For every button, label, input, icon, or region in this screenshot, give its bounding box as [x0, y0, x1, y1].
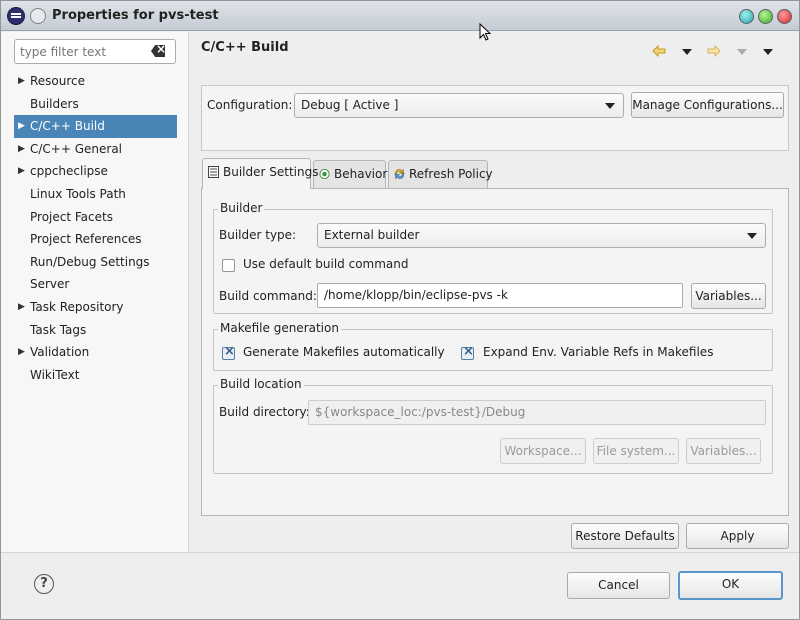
help-icon[interactable]: ?: [34, 574, 54, 594]
tree-item-label: Linux Tools Path: [30, 186, 126, 201]
tree-item-label: Project References: [30, 232, 142, 247]
back-history-dropdown-icon[interactable]: [682, 49, 692, 55]
builder-group: Builder Builder type: External builder U…: [213, 201, 773, 314]
configuration-label: Configuration:: [207, 98, 293, 112]
configuration-value: Debug [ Active ]: [301, 98, 399, 112]
tab-label: Builder Settings: [223, 165, 319, 179]
maximize-button[interactable]: [758, 9, 773, 24]
tree-item-task-tags[interactable]: Task Tags: [14, 319, 177, 342]
build-location-group-title: Build location: [218, 377, 304, 391]
property-pages-panel: ▶ Resource Builders ▶ C/C++ Build ▶ C/C++ G…: [1, 32, 189, 552]
cancel-button[interactable]: Cancel: [567, 572, 670, 599]
expand-env-refs-label: Expand Env. Variable Refs in Makefiles: [483, 345, 714, 359]
expand-arrow-icon[interactable]: ▶: [18, 70, 25, 92]
expand-arrow-icon[interactable]: ▶: [18, 296, 25, 318]
configuration-area: Configuration: Debug [ Active ] Manage C…: [201, 85, 789, 151]
behavior-icon: [319, 168, 330, 180]
tree-item-label: Server: [30, 277, 70, 292]
filter-input[interactable]: [16, 41, 146, 62]
refresh-icon: [394, 168, 405, 180]
tree-item-label: Builders: [30, 96, 79, 111]
tree-item-label: Project Facets: [30, 209, 113, 224]
build-location-group: Build location Build directory: ${worksp…: [213, 377, 773, 474]
close-button[interactable]: [777, 9, 792, 24]
apply-button[interactable]: Apply: [686, 523, 789, 549]
expand-arrow-icon[interactable]: ▶: [18, 341, 25, 363]
builder-group-title: Builder: [218, 201, 265, 215]
tree-item-label: Task Tags: [30, 322, 87, 337]
build-directory-label: Build directory:: [219, 405, 310, 419]
tree-item-label: Task Repository: [30, 299, 124, 314]
restore-defaults-button[interactable]: Restore Defaults: [571, 523, 679, 549]
expand-env-refs-checkbox[interactable]: [461, 344, 474, 360]
tree-item-server[interactable]: Server: [14, 273, 177, 296]
makefile-group-title: Makefile generation: [218, 321, 341, 335]
chevron-down-icon: [747, 233, 757, 239]
workspace-button[interactable]: Workspace...: [500, 438, 586, 464]
expand-arrow-icon[interactable]: ▶: [18, 138, 25, 160]
tree-item-cpp-build[interactable]: ▶ C/C++ Build: [14, 115, 177, 138]
tree-item-wikitext[interactable]: WikiText: [14, 364, 177, 387]
tree-item-linux-tools-path[interactable]: Linux Tools Path: [14, 183, 177, 206]
title-bar[interactable]: Properties for pvs-test: [1, 1, 799, 31]
tab-builder-settings[interactable]: Builder Settings: [202, 158, 318, 189]
location-variables-button[interactable]: Variables...: [686, 438, 761, 464]
tree-item-label: C/C++ Build: [30, 119, 105, 134]
tree-item-label: WikiText: [30, 367, 80, 382]
tree-item-project-facets[interactable]: Project Facets: [14, 206, 177, 229]
filter-box: [14, 39, 176, 64]
tree-item-label: C/C++ General: [30, 141, 123, 156]
chevron-down-icon: [605, 103, 615, 109]
mouse-cursor-icon: [479, 22, 492, 44]
tree-item-cppcheclipse[interactable]: ▶ cppcheclipse: [14, 160, 177, 183]
back-arrow-icon[interactable]: [652, 44, 666, 61]
build-command-label: Build command:: [219, 289, 317, 303]
properties-window: Properties for pvs-test ▶ Resource Builde…: [0, 0, 800, 620]
window-menu-icon[interactable]: [30, 8, 46, 24]
tree-item-label: cppcheclipse: [30, 164, 108, 179]
forward-arrow-icon[interactable]: [707, 44, 721, 61]
forward-history-dropdown-icon[interactable]: [737, 49, 747, 55]
expand-arrow-icon[interactable]: ▶: [18, 115, 25, 137]
tree-item-run-debug-settings[interactable]: Run/Debug Settings: [14, 251, 177, 274]
tree-item-task-repository[interactable]: ▶ Task Repository: [14, 296, 177, 319]
use-default-build-command-label: Use default build command: [243, 257, 409, 271]
ok-button[interactable]: OK: [678, 571, 783, 600]
generate-makefiles-checkbox[interactable]: [222, 344, 235, 360]
property-tree: ▶ Resource Builders ▶ C/C++ Build ▶ C/C++ G…: [14, 70, 177, 386]
builder-settings-icon: [208, 166, 219, 178]
tab-behavior[interactable]: Behavior: [313, 160, 388, 188]
builder-type-select[interactable]: External builder: [317, 223, 766, 248]
tree-item-cpp-general[interactable]: ▶ C/C++ General: [14, 138, 177, 161]
file-system-button[interactable]: File system...: [593, 438, 679, 464]
tab-label: Refresh Policy: [409, 167, 493, 181]
tree-item-builders[interactable]: Builders: [14, 93, 177, 116]
manage-configurations-button[interactable]: Manage Configurations...: [631, 92, 784, 118]
eclipse-app-icon[interactable]: [7, 7, 25, 25]
page-title: C/C++ Build: [201, 40, 289, 55]
builder-type-label: Builder type:: [219, 228, 297, 242]
tree-item-project-references[interactable]: Project References: [14, 228, 177, 251]
use-default-build-command-checkbox[interactable]: [222, 259, 235, 272]
makefile-generation-group: Makefile generation Generate Makefiles a…: [213, 321, 773, 371]
tree-item-label: Run/Debug Settings: [30, 254, 150, 269]
builder-type-value: External builder: [324, 228, 420, 242]
build-command-input[interactable]: /home/klopp/bin/eclipse-pvs -k: [317, 283, 683, 308]
generate-makefiles-label: Generate Makefiles automatically: [243, 345, 445, 359]
build-directory-input[interactable]: ${workspace_loc:/pvs-test}/Debug: [308, 400, 766, 425]
tab-refresh-policy[interactable]: Refresh Policy: [388, 160, 493, 188]
clear-filter-icon[interactable]: [151, 45, 165, 57]
minimize-button[interactable]: [739, 9, 754, 24]
tree-item-label: Resource: [30, 74, 86, 88]
view-menu-icon[interactable]: [763, 49, 773, 55]
window-title: Properties for pvs-test: [52, 8, 219, 23]
tree-item-validation[interactable]: ▶ Validation: [14, 341, 177, 364]
tab-label: Behavior: [334, 167, 388, 181]
builder-settings-panel: Builder Builder type: External builder U…: [201, 188, 789, 516]
builder-variables-button[interactable]: Variables...: [691, 283, 766, 309]
configuration-select[interactable]: Debug [ Active ]: [294, 93, 624, 118]
tree-item-resource[interactable]: ▶ Resource: [14, 70, 177, 93]
expand-arrow-icon[interactable]: ▶: [18, 160, 25, 182]
tree-item-label: Validation: [30, 345, 90, 360]
